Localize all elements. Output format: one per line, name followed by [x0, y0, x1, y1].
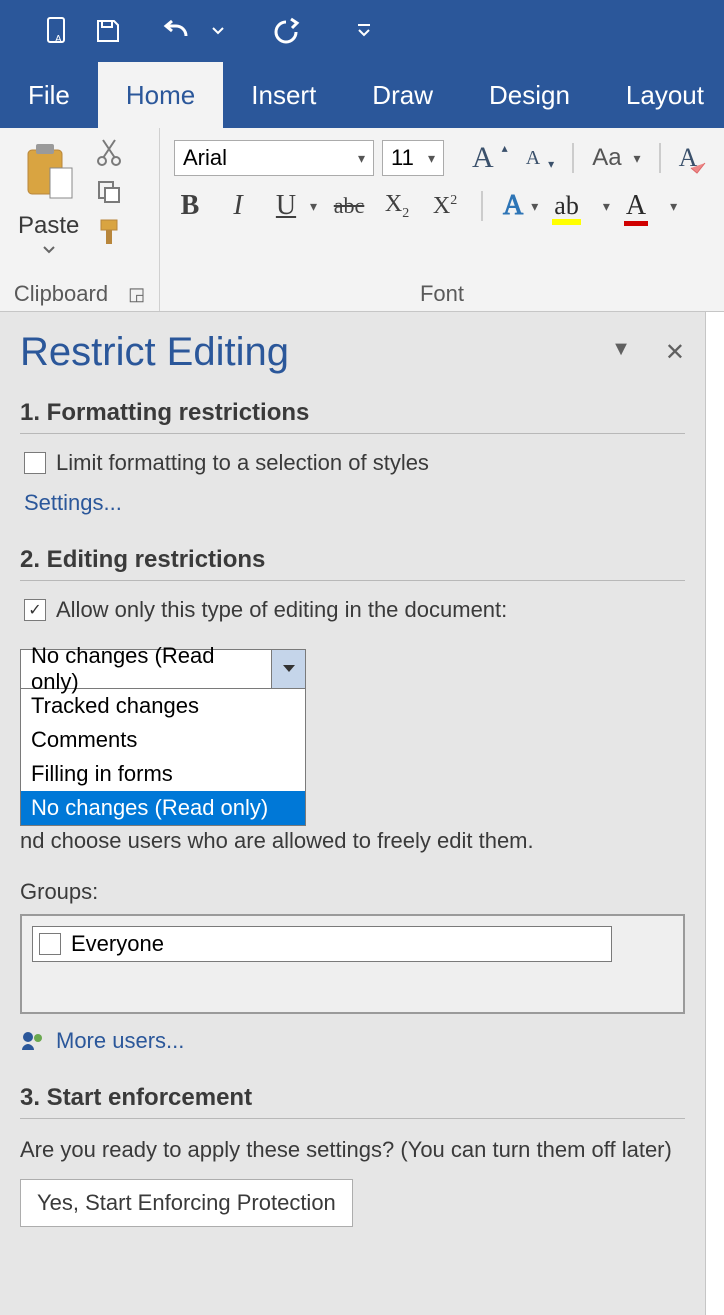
font-size-value: 11	[391, 145, 414, 171]
start-enforcing-button[interactable]: Yes, Start Enforcing Protection	[20, 1179, 353, 1227]
dropdown-list: Tracked changes Comments Filling in form…	[20, 689, 306, 826]
format-painter-icon[interactable]	[95, 218, 123, 246]
chevron-down-icon: ▾	[531, 198, 538, 215]
groups-box: Everyone	[20, 914, 685, 1014]
exceptions-text: nd choose users who are allowed to freel…	[20, 828, 534, 853]
subscript-button[interactable]: X2	[381, 191, 413, 222]
paste-button[interactable]: Paste	[12, 136, 85, 260]
quick-access-toolbar: A	[0, 0, 724, 62]
section2-title: 2. Editing restrictions	[20, 546, 685, 581]
limit-formatting-label: Limit formatting to a selection of style…	[56, 450, 429, 476]
formatting-restrictions-section: 1. Formatting restrictions Limit formatt…	[20, 399, 685, 516]
dropdown-arrow-button[interactable]	[271, 650, 305, 688]
redo-icon[interactable]	[266, 11, 306, 51]
chevron-down-icon: ▾	[310, 198, 317, 215]
chevron-down-icon: ▾	[428, 150, 435, 167]
superscript-button[interactable]: X2	[429, 193, 461, 220]
start-enforcement-section: 3. Start enforcement Are you ready to ap…	[20, 1084, 685, 1228]
undo-dropdown-icon[interactable]	[198, 11, 238, 51]
strikethrough-button[interactable]: abc	[333, 193, 365, 219]
grow-font-icon[interactable]: A	[472, 141, 494, 175]
undo-icon[interactable]	[156, 11, 196, 51]
limit-formatting-checkbox[interactable]	[24, 452, 46, 474]
clipboard-group-label: Clipboard	[14, 281, 108, 307]
copy-icon[interactable]	[95, 178, 123, 206]
tab-file[interactable]: File	[0, 62, 98, 128]
bold-button[interactable]: B	[174, 190, 206, 222]
tab-layout[interactable]: Layout	[598, 62, 724, 128]
touch-mode-icon[interactable]: A	[38, 11, 78, 51]
close-icon[interactable]: ✕	[665, 338, 685, 367]
allow-only-label: Allow only this type of editing in the d…	[56, 597, 507, 623]
dropdown-selected: No changes (Read only)	[21, 650, 271, 688]
restrict-editing-pane: Restrict Editing ▼ ✕ 1. Formatting restr…	[0, 312, 706, 1315]
font-group: Arial ▾ 11 ▾ A ▴ A ▾ Aa ▾ A B	[160, 128, 724, 311]
svg-text:A: A	[55, 34, 62, 45]
clear-formatting-icon[interactable]: A	[679, 143, 698, 173]
font-name-value: Arial	[183, 145, 227, 171]
ready-text: Are you ready to apply these settings? (…	[20, 1135, 685, 1166]
change-case-icon[interactable]: Aa	[592, 144, 621, 172]
pane-options-icon[interactable]: ▼	[611, 338, 631, 367]
font-size-combo[interactable]: 11 ▾	[382, 140, 444, 176]
font-group-label: Font	[420, 281, 464, 307]
tab-draw[interactable]: Draw	[344, 62, 461, 128]
cut-icon[interactable]	[95, 138, 123, 166]
section3-title: 3. Start enforcement	[20, 1084, 685, 1119]
font-name-combo[interactable]: Arial ▾	[174, 140, 374, 176]
font-color-button[interactable]: A	[626, 190, 646, 222]
more-users-link[interactable]: More users...	[20, 1028, 685, 1054]
underline-button[interactable]: U	[270, 190, 302, 222]
dd-option-tracked[interactable]: Tracked changes	[21, 689, 305, 723]
clipboard-group: Paste Clipboard ◲	[0, 128, 160, 311]
editing-restrictions-section: 2. Editing restrictions ✓ Allow only thi…	[20, 546, 685, 1054]
chevron-down-icon: ▾	[358, 150, 365, 167]
groups-label: Groups:	[20, 877, 685, 908]
ribbon: Paste Clipboard ◲ Arial	[0, 128, 724, 312]
everyone-label: Everyone	[71, 931, 164, 957]
dd-option-readonly[interactable]: No changes (Read only)	[21, 791, 305, 825]
tab-home[interactable]: Home	[98, 62, 223, 128]
shrink-font-icon[interactable]: A	[526, 147, 540, 170]
section1-title: 1. Formatting restrictions	[20, 399, 685, 434]
settings-link[interactable]: Settings...	[24, 490, 122, 515]
chevron-down-icon: ▾	[603, 198, 610, 215]
dd-option-comments[interactable]: Comments	[21, 723, 305, 757]
chevron-down-icon: ▾	[634, 150, 641, 167]
tab-insert[interactable]: Insert	[223, 62, 344, 128]
allow-only-checkbox[interactable]: ✓	[24, 599, 46, 621]
more-users-label: More users...	[56, 1028, 184, 1054]
pane-title: Restrict Editing	[20, 330, 289, 375]
everyone-checkbox[interactable]	[39, 933, 61, 955]
ribbon-tabs: File Home Insert Draw Design Layout	[0, 62, 724, 128]
users-icon	[20, 1030, 48, 1052]
paste-label: Paste	[18, 212, 79, 240]
clipboard-launcher-icon[interactable]: ◲	[128, 284, 145, 305]
document-area[interactable]	[706, 312, 724, 1315]
italic-button[interactable]: I	[222, 190, 254, 222]
dd-option-forms[interactable]: Filling in forms	[21, 757, 305, 791]
editing-type-dropdown[interactable]: No changes (Read only)	[20, 649, 306, 689]
highlight-button[interactable]: ab	[554, 191, 579, 221]
customize-qat-icon[interactable]	[344, 11, 384, 51]
save-icon[interactable]	[88, 11, 128, 51]
text-effects-icon[interactable]: A	[503, 190, 523, 222]
chevron-down-icon: ▾	[670, 198, 677, 215]
tab-design[interactable]: Design	[461, 62, 598, 128]
